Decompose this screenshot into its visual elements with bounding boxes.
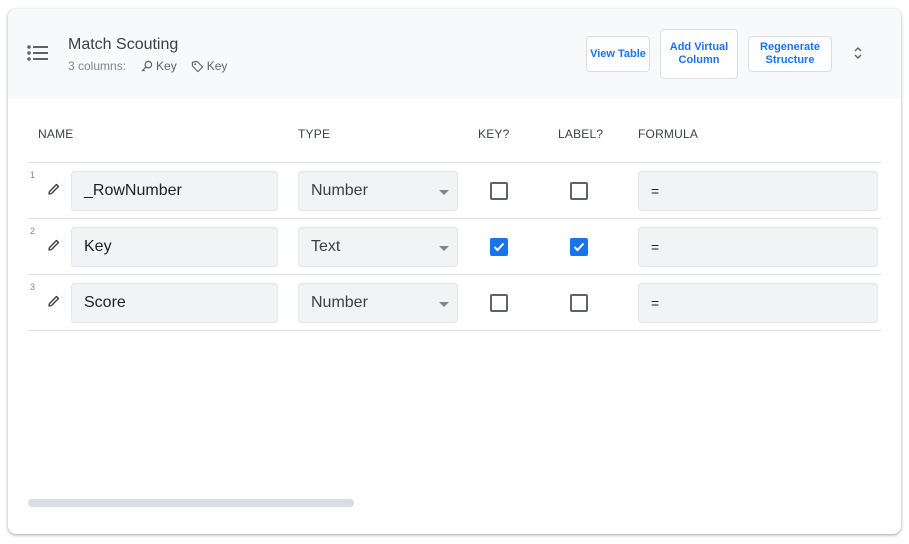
card-header: Match Scouting 3 columns: Key Key View T… <box>8 9 901 99</box>
table-structure-card: Match Scouting 3 columns: Key Key View T… <box>8 9 901 534</box>
checkmark-icon <box>493 242 505 252</box>
table-summary: 3 columns: Key Key <box>68 59 241 73</box>
dropdown-caret-icon <box>439 190 449 195</box>
label-tag-icon <box>191 60 203 72</box>
row-divider <box>28 218 881 219</box>
column-name-input[interactable]: _RowNumber <box>71 171 278 211</box>
key-checkbox[interactable] <box>490 294 508 312</box>
list-icon <box>27 45 48 61</box>
key-checkbox[interactable] <box>490 238 508 256</box>
column-header-type: TYPE <box>298 127 331 141</box>
dropdown-caret-icon <box>439 302 449 307</box>
column-name-input[interactable]: Score <box>71 283 278 323</box>
column-type-value: Number <box>311 182 368 199</box>
formula-input[interactable]: = <box>638 283 878 323</box>
regenerate-structure-button[interactable]: Regenerate Structure <box>748 36 832 72</box>
row-number: 2 <box>30 226 36 236</box>
column-type-select[interactable]: Number <box>298 171 458 211</box>
label-checkbox[interactable] <box>570 182 588 200</box>
edit-pencil-icon[interactable] <box>47 238 61 252</box>
column-type-select[interactable]: Text <box>298 227 458 267</box>
expand-collapse-icon[interactable] <box>850 45 866 61</box>
row-divider <box>28 274 881 275</box>
row-number: 3 <box>30 282 36 292</box>
edit-pencil-icon[interactable] <box>47 182 61 196</box>
label-column-chip: Key <box>191 59 228 73</box>
dropdown-caret-icon <box>439 246 449 251</box>
column-header-label: LABEL? <box>558 127 604 141</box>
columns-count: 3 columns: <box>68 59 127 73</box>
view-table-button[interactable]: View Table <box>586 36 650 72</box>
formula-input[interactable]: = <box>638 227 878 267</box>
key-icon <box>141 60 153 72</box>
key-checkbox[interactable] <box>490 182 508 200</box>
checkmark-icon <box>573 242 585 252</box>
column-type-select[interactable]: Number <box>298 283 458 323</box>
edit-pencil-icon[interactable] <box>47 294 61 308</box>
header-divider <box>28 162 881 163</box>
column-name-input[interactable]: Key <box>71 227 278 267</box>
column-type-value: Number <box>311 294 368 311</box>
label-checkbox[interactable] <box>570 294 588 312</box>
add-virtual-column-button[interactable]: Add Virtual Column <box>660 29 738 79</box>
row-number: 1 <box>30 170 36 180</box>
horizontal-scrollbar[interactable] <box>28 499 354 507</box>
table-title: Match Scouting <box>68 36 179 53</box>
column-header-name: NAME <box>38 127 74 141</box>
key-column-name: Key <box>156 59 177 73</box>
column-type-value: Text <box>311 238 341 255</box>
column-header-formula: FORMULA <box>638 127 699 141</box>
formula-input[interactable]: = <box>638 171 878 211</box>
label-column-name: Key <box>206 59 228 73</box>
label-checkbox[interactable] <box>570 238 588 256</box>
key-column-chip: Key <box>140 59 177 73</box>
row-divider <box>28 330 881 331</box>
column-header-key: KEY? <box>478 127 510 141</box>
